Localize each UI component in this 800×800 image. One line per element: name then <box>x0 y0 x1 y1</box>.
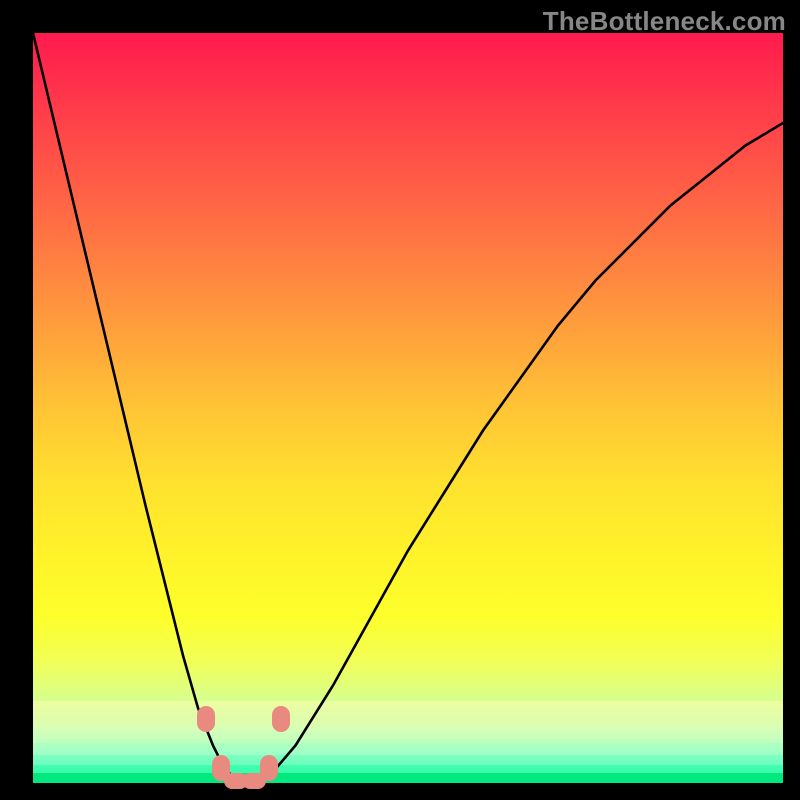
chart-frame: TheBottleneck.com <box>0 0 800 800</box>
curve-svg <box>33 33 783 783</box>
curve-marker <box>272 706 290 732</box>
curve-marker <box>260 755 278 781</box>
watermark-text: TheBottleneck.com <box>543 6 786 37</box>
curve-marker <box>197 706 215 732</box>
plot-area <box>33 33 783 783</box>
bottleneck-curve <box>33 33 783 783</box>
